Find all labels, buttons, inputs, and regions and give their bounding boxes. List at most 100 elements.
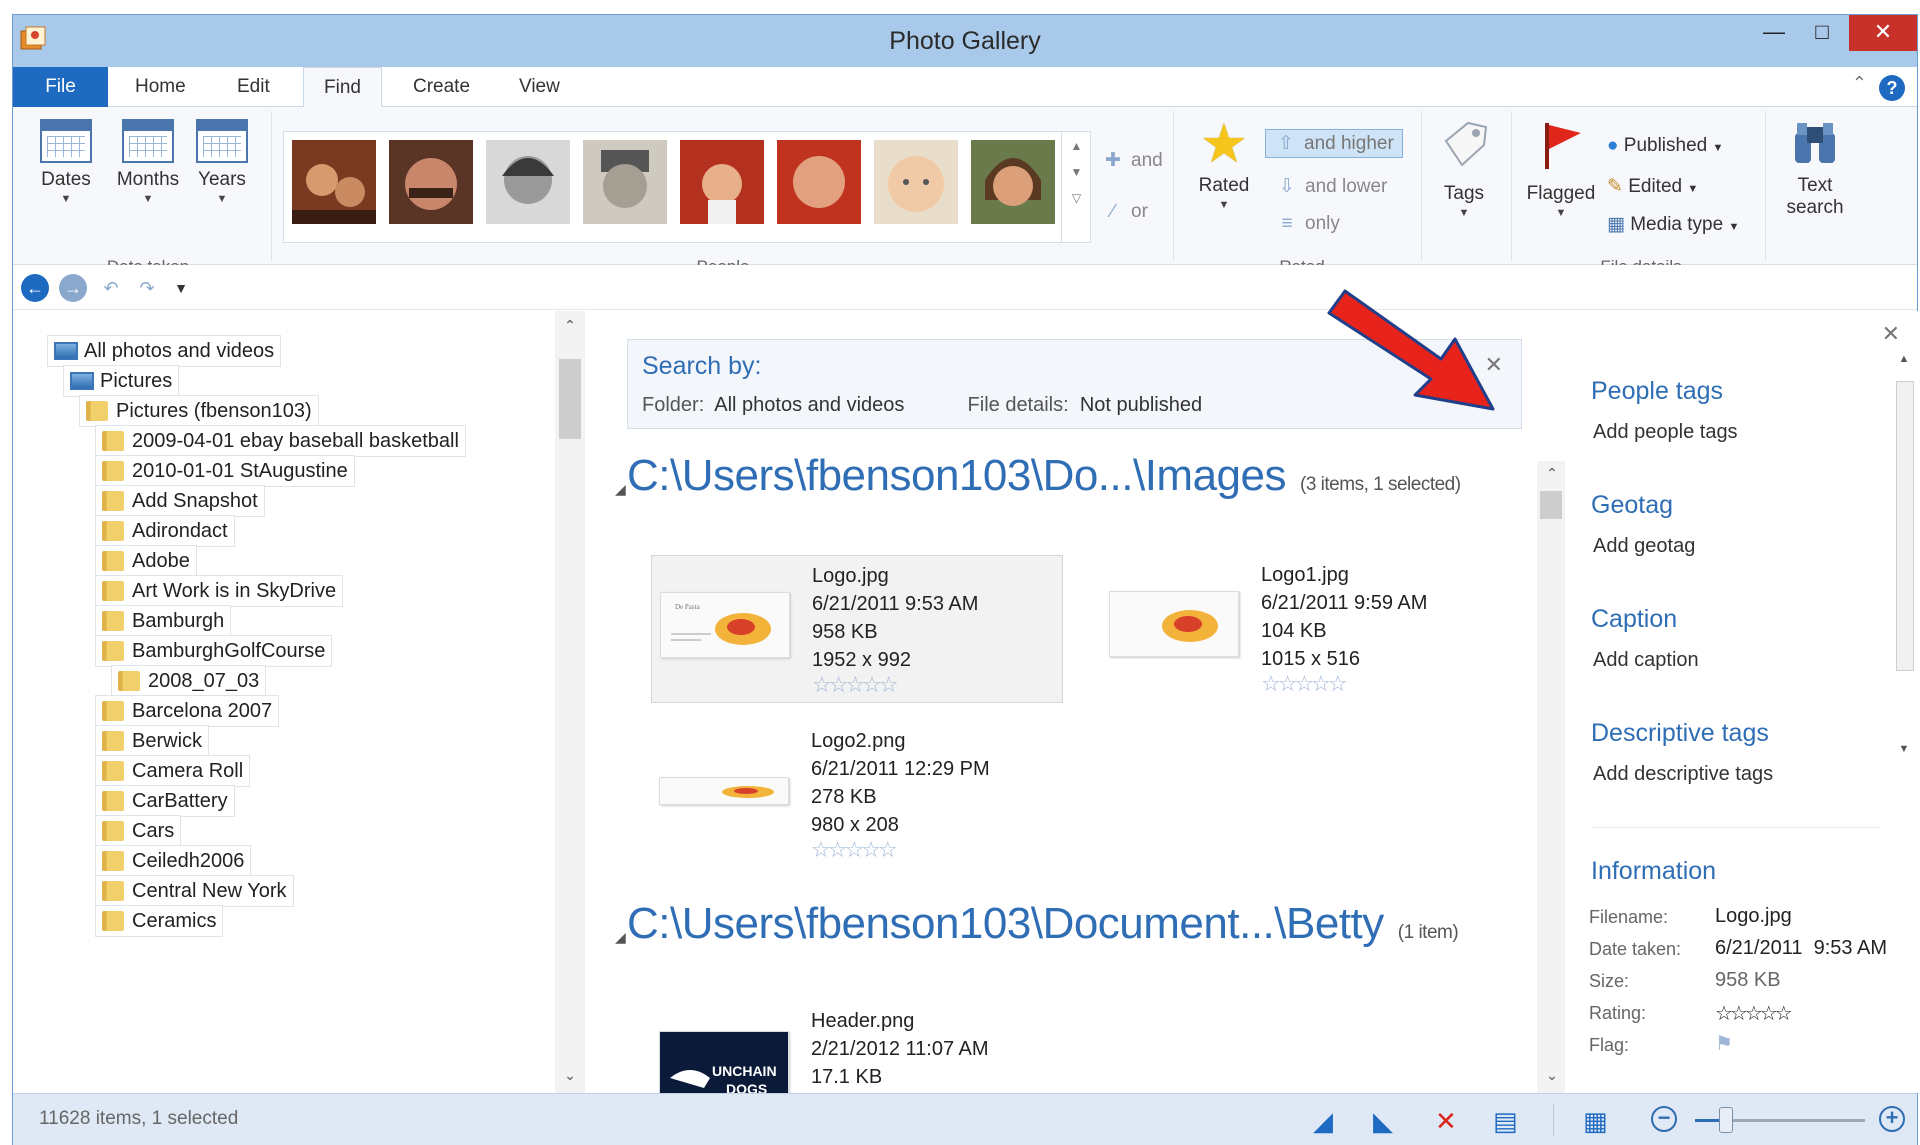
text-search-button[interactable]: Text search	[1775, 119, 1855, 219]
tree-item-folder[interactable]: Adirondact	[95, 515, 235, 547]
person-thumbnail[interactable]	[583, 140, 667, 224]
published-button[interactable]: ● Published ▼	[1607, 135, 1723, 157]
redo-icon[interactable]: ↷	[133, 274, 161, 302]
and-higher-button[interactable]: ⇧ and higher	[1265, 129, 1403, 158]
scroll-up-icon[interactable]: ⌃	[1537, 465, 1567, 482]
zoom-slider[interactable]	[1695, 1107, 1865, 1133]
forward-icon[interactable]: →	[59, 274, 87, 302]
person-thumbnail[interactable]	[389, 140, 473, 224]
add-geotag-link[interactable]: Add geotag	[1593, 535, 1695, 558]
thumbnail-scrollbar[interactable]: ⌃ ⌄	[1537, 461, 1565, 1093]
add-caption-link[interactable]: Add caption	[1593, 649, 1699, 672]
grid-view-icon[interactable]: ▦	[1583, 1106, 1608, 1137]
file-item[interactable]: UNCHAIN DOGS Header.png 2/21/2012 11:07 A…	[651, 1001, 1063, 1093]
close-button[interactable]: ✕	[1849, 15, 1917, 51]
tab-create[interactable]: Create	[413, 67, 470, 107]
tree-item-folder[interactable]: 2008_07_03	[111, 665, 267, 697]
media-type-button[interactable]: ▦ Media type ▼	[1607, 213, 1739, 236]
zoom-slider-knob[interactable]	[1719, 1107, 1733, 1133]
person-thumbnail[interactable]	[292, 140, 376, 224]
tree-item-folder[interactable]: Cars	[95, 815, 182, 847]
scroll-up-icon[interactable]: ⌃	[555, 317, 585, 334]
flagged-button[interactable]: Flagged ▼	[1521, 119, 1601, 219]
tree-item-folder[interactable]: CarBattery	[95, 785, 235, 817]
rotate-right-icon[interactable]: ◣	[1373, 1106, 1393, 1137]
scroll-up-icon[interactable]: ▲	[1062, 139, 1091, 153]
ribbon-collapse-icon[interactable]: ⌃	[1852, 73, 1867, 94]
tree-item-folder[interactable]: Central New York	[95, 875, 294, 907]
group-header[interactable]: C:\Users\fbenson103\Document...\Betty (1 …	[627, 899, 1459, 949]
undo-icon[interactable]: ↶	[97, 274, 125, 302]
add-people-tags-link[interactable]: Add people tags	[1593, 421, 1738, 444]
person-thumbnail[interactable]	[874, 140, 958, 224]
tab-home[interactable]: Home	[135, 67, 186, 107]
person-thumbnail[interactable]	[680, 140, 764, 224]
tree-item-folder[interactable]: Berwick	[95, 725, 210, 757]
collapse-group-icon[interactable]: ◢	[615, 929, 626, 946]
edited-button[interactable]: ✎ Edited ▼	[1607, 175, 1698, 198]
tree-item-folder[interactable]: BamburghGolfCourse	[95, 635, 333, 667]
dates-button[interactable]: Dates ▼	[31, 119, 101, 205]
tree-scrollbar[interactable]: ⌃ ⌄	[555, 311, 585, 1093]
scroll-down-icon[interactable]: ▼	[1890, 743, 1918, 755]
tree-item-folder[interactable]: Bamburgh	[95, 605, 232, 637]
tags-button[interactable]: Tags ▼	[1431, 119, 1497, 219]
back-icon[interactable]: ←	[21, 274, 49, 302]
minimize-button[interactable]: —	[1749, 15, 1799, 51]
search-details-value[interactable]: Not published	[1080, 394, 1202, 416]
tree-item-folder[interactable]: Ceiledh2006	[95, 845, 252, 877]
tree-item-folder[interactable]: Camera Roll	[95, 755, 251, 787]
zoom-out-button[interactable]: −	[1651, 1106, 1677, 1132]
maximize-button[interactable]: □	[1797, 15, 1847, 51]
tree-item-all-photos[interactable]: All photos and videos	[47, 335, 282, 367]
only-button[interactable]: ≡ only	[1275, 213, 1339, 235]
info-scrollbar[interactable]: ▲ ▼	[1890, 351, 1918, 771]
tree-item-folder[interactable]: Adobe	[95, 545, 197, 577]
help-icon[interactable]: ?	[1879, 75, 1905, 101]
slideshow-icon[interactable]: ▤	[1493, 1106, 1518, 1137]
info-date-taken[interactable]: 6/21/2011 9:53 AM	[1715, 937, 1887, 960]
zoom-in-button[interactable]: +	[1879, 1106, 1905, 1132]
close-info-pane-icon[interactable]: ✕	[1882, 321, 1900, 347]
tab-find[interactable]: Find	[303, 67, 382, 108]
scroll-down-icon[interactable]: ⌄	[1537, 1067, 1567, 1084]
customize-toolbar-icon[interactable]: ▼	[167, 274, 195, 302]
tree-item-folder[interactable]: Pictures (fbenson103)	[79, 395, 319, 427]
rating-stars[interactable]: ☆☆☆☆☆	[812, 674, 978, 696]
scroll-thumb[interactable]	[559, 359, 581, 439]
rating-stars[interactable]: ☆☆☆☆☆	[811, 839, 990, 861]
people-scroll[interactable]: ▲ ▼ ▽	[1061, 131, 1091, 243]
scroll-thumb[interactable]	[1896, 381, 1914, 671]
add-descriptive-tags-link[interactable]: Add descriptive tags	[1593, 763, 1773, 786]
tree-item-folder[interactable]: Add Snapshot	[95, 485, 265, 517]
years-button[interactable]: Years ▼	[189, 119, 255, 205]
tree-item-folder[interactable]: 2010-01-01 StAugustine	[95, 455, 355, 487]
scroll-down-icon[interactable]: ▼	[1062, 165, 1091, 179]
tree-item-folder[interactable]: Art Work is in SkyDrive	[95, 575, 344, 607]
file-item[interactable]: Logo1.jpg 6/21/2011 9:59 AM 104 KB 1015 …	[1101, 555, 1513, 703]
months-button[interactable]: Months ▼	[107, 119, 189, 205]
scroll-down-icon[interactable]: ⌄	[555, 1067, 585, 1084]
rated-button[interactable]: ★ Rated ▼	[1189, 117, 1259, 211]
tab-edit[interactable]: Edit	[237, 67, 270, 107]
tree-item-pictures[interactable]: Pictures	[63, 365, 180, 397]
tree-item-folder[interactable]: 2009-04-01 ebay baseball basketball	[95, 425, 466, 457]
tab-file[interactable]: File	[13, 67, 108, 107]
person-thumbnail[interactable]	[486, 140, 570, 224]
search-folder-value[interactable]: All photos and videos	[714, 394, 904, 416]
expand-gallery-icon[interactable]: ▽	[1062, 191, 1091, 205]
delete-icon[interactable]: ✕	[1435, 1106, 1457, 1137]
and-button[interactable]: ✚ and	[1101, 149, 1163, 172]
rotate-left-icon[interactable]: ◢	[1313, 1106, 1333, 1137]
scroll-up-icon[interactable]: ▲	[1890, 353, 1918, 365]
collapse-group-icon[interactable]: ◢	[615, 481, 626, 498]
info-rating-stars[interactable]: ☆☆☆☆☆	[1715, 1003, 1793, 1025]
or-button[interactable]: ∕ or	[1101, 201, 1148, 223]
scroll-thumb[interactable]	[1540, 491, 1562, 519]
file-item-selected[interactable]: De Pasta Logo.jpg 6/21/2011 9:53 AM 958 …	[651, 555, 1063, 703]
file-item[interactable]: Logo2.png 6/21/2011 12:29 PM 278 KB 980 …	[651, 721, 1063, 869]
and-lower-button[interactable]: ⇩ and lower	[1275, 175, 1387, 198]
flag-outline-icon[interactable]: ⚑	[1715, 1031, 1733, 1056]
person-thumbnail[interactable]	[971, 140, 1055, 224]
tab-view[interactable]: View	[519, 67, 560, 107]
